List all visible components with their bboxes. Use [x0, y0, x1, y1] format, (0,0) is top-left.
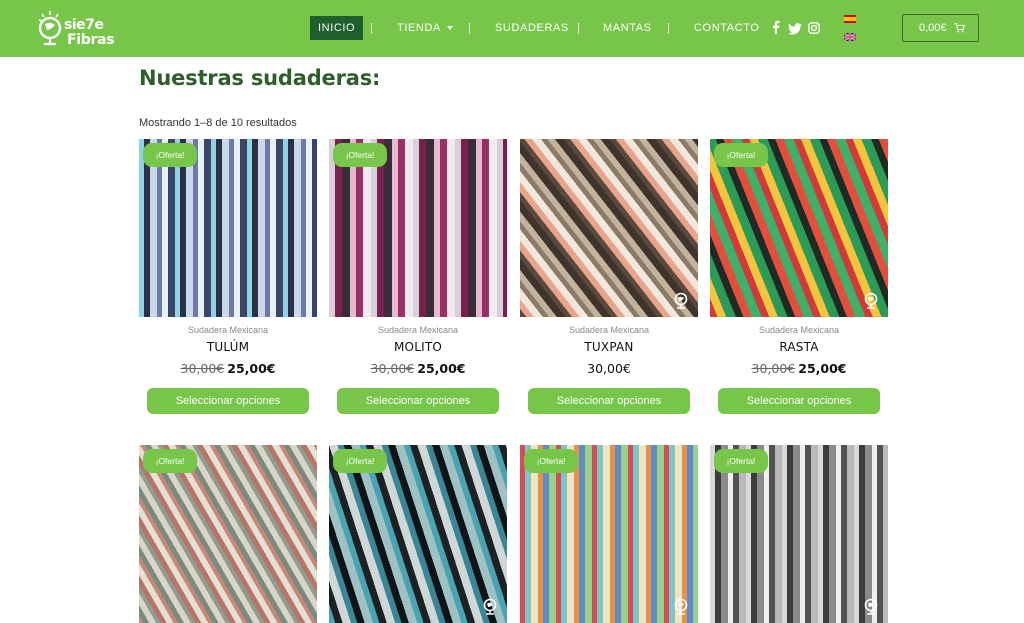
product-price: 30,00€ 25,00€: [710, 361, 888, 376]
product-price: 30,00€: [587, 361, 631, 376]
watermark-logo-icon: [862, 291, 880, 313]
cart-total: 0,00€: [919, 22, 947, 34]
nav-item-tienda[interactable]: TIENDA: [397, 16, 453, 40]
original-price: 30,00€: [180, 361, 225, 376]
original-price: 30,00€: [370, 361, 415, 376]
logo-text-bottom: Fibras: [67, 32, 115, 48]
product-image[interactable]: ¡Oferta!: [710, 139, 888, 317]
sale-price: 25,00€: [417, 361, 466, 376]
product-name[interactable]: TULÚM: [139, 340, 317, 354]
site-logo[interactable]: sie7e Fibras: [37, 8, 127, 50]
chevron-down-icon: [446, 26, 453, 30]
nav-separator: |: [468, 22, 471, 34]
cart-icon: [954, 23, 965, 33]
sale-badge: ¡Oferta!: [714, 449, 768, 473]
sale-badge: ¡Oferta!: [333, 449, 387, 473]
sale-price: 25,00€: [227, 361, 276, 376]
product-category[interactable]: Sudadera Mexicana: [520, 325, 698, 335]
original-price: 30,00€: [751, 361, 796, 376]
sale-badge: ¡Oferta!: [714, 143, 768, 167]
sale-price: 25,00€: [798, 361, 847, 376]
results-count: Mostrando 1–8 de 10 resultados: [139, 117, 297, 129]
nav-item-contacto[interactable]: CONTACTO: [694, 16, 760, 40]
watermark-logo-icon: [862, 597, 880, 619]
product-price: 30,00€ 25,00€: [139, 361, 317, 376]
product-name[interactable]: TUXPAN: [520, 340, 698, 354]
cart-button[interactable]: 0,00€: [902, 14, 979, 42]
product-image[interactable]: ¡Oferta!: [329, 445, 507, 623]
watermark-logo-icon: [672, 291, 690, 313]
nav-separator: |: [667, 22, 670, 34]
nav-item-mantas[interactable]: MANTAS: [603, 16, 652, 40]
sale-badge: ¡Oferta!: [143, 143, 197, 167]
logo-text-top: sie7e: [64, 17, 104, 33]
facebook-icon[interactable]: [772, 17, 780, 37]
nav-item-tienda-label: TIENDA: [397, 22, 441, 34]
product-image[interactable]: [520, 139, 698, 317]
select-options-button[interactable]: Seleccionar opciones: [528, 388, 690, 414]
nav-item-sudaderas[interactable]: SUDADERAS: [495, 16, 569, 40]
product-category[interactable]: Sudadera Mexicana: [329, 325, 507, 335]
uk-flag-icon[interactable]: [844, 33, 856, 41]
product-category[interactable]: Sudadera Mexicana: [139, 325, 317, 335]
watermark-logo-icon: [672, 597, 690, 619]
twitter-icon[interactable]: [788, 19, 802, 39]
sale-badge: ¡Oferta!: [333, 143, 387, 167]
product-price: 30,00€ 25,00€: [329, 361, 507, 376]
product-category[interactable]: Sudadera Mexicana: [710, 325, 888, 335]
sale-badge: ¡Oferta!: [524, 449, 578, 473]
product-image[interactable]: ¡Oferta!: [139, 445, 317, 623]
nav-separator: |: [577, 22, 580, 34]
sale-badge: ¡Oferta!: [143, 449, 197, 473]
logo-globe-icon: [38, 11, 62, 46]
site-header: sie7e Fibras INICIO | TIENDA | SUDADERAS…: [0, 0, 1024, 57]
product-image[interactable]: ¡Oferta!: [520, 445, 698, 623]
product-name[interactable]: RASTA: [710, 340, 888, 354]
spain-flag-icon[interactable]: [844, 15, 856, 23]
instagram-icon[interactable]: [808, 18, 820, 38]
product-image[interactable]: ¡Oferta!: [139, 139, 317, 317]
watermark-logo-icon: [481, 597, 499, 619]
product-image[interactable]: ¡Oferta!: [329, 139, 507, 317]
nav-separator: |: [370, 22, 373, 34]
page-title: Nuestras sudaderas:: [139, 66, 381, 90]
product-image[interactable]: ¡Oferta!: [710, 445, 888, 623]
select-options-button[interactable]: Seleccionar opciones: [147, 388, 309, 414]
nav-item-inicio[interactable]: INICIO: [310, 16, 364, 40]
select-options-button[interactable]: Seleccionar opciones: [337, 388, 499, 414]
select-options-button[interactable]: Seleccionar opciones: [718, 388, 880, 414]
product-name[interactable]: MOLITO: [329, 340, 507, 354]
